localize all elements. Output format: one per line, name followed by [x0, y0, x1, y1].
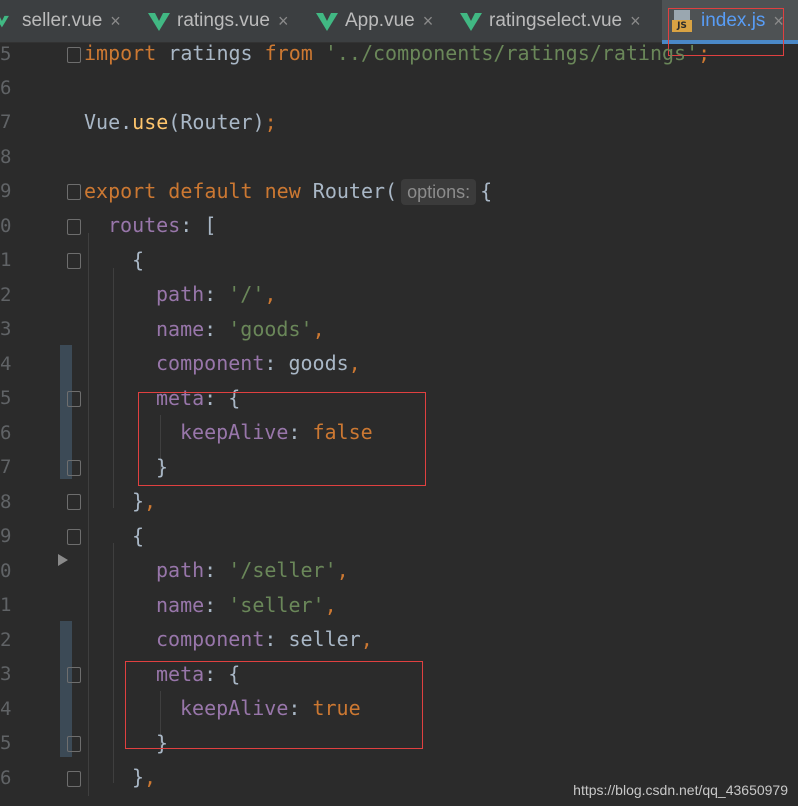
line-number: 8	[0, 491, 12, 513]
fold-icon[interactable]	[67, 460, 81, 476]
tab-label: App.vue	[345, 10, 415, 31]
line-number: 2	[0, 284, 12, 306]
code-line: {	[132, 524, 145, 548]
fold-icon[interactable]	[67, 736, 81, 752]
line-number: 7	[0, 456, 12, 478]
fold-icon[interactable]	[67, 494, 81, 510]
line-number: 5	[0, 732, 12, 754]
fold-icon[interactable]	[67, 47, 81, 63]
code-line: },	[132, 489, 157, 513]
watermark: https://blog.csdn.net/qq_43650979	[573, 782, 788, 798]
indent-guide	[113, 268, 114, 508]
code-line: name: 'goods',	[156, 317, 325, 341]
line-number: 1	[0, 249, 12, 271]
code-line: path: '/',	[156, 282, 277, 306]
vue-icon	[148, 13, 170, 31]
tab-label: seller.vue	[22, 10, 103, 31]
vue-icon	[460, 13, 482, 31]
close-icon[interactable]: ×	[278, 11, 289, 32]
code-line: },	[132, 765, 157, 789]
line-number: 0	[0, 560, 12, 582]
indent-guide	[88, 233, 89, 796]
line-number: 6	[0, 77, 12, 99]
fold-icon[interactable]	[67, 391, 81, 407]
code-line: component: goods,	[156, 351, 361, 375]
bookmark-arrow-icon	[58, 554, 68, 566]
fold-icon[interactable]	[67, 219, 81, 235]
line-number: 4	[0, 698, 12, 720]
line-number: 1	[0, 594, 12, 616]
code-line: component: seller,	[156, 627, 373, 651]
highlight-box-meta-goods	[138, 392, 426, 486]
fold-icon[interactable]	[67, 771, 81, 787]
change-marker	[60, 345, 72, 479]
fold-icon[interactable]	[67, 253, 81, 269]
fold-icon[interactable]	[67, 184, 81, 200]
line-number: 0	[0, 215, 12, 237]
code-line: Vue.use(Router);	[84, 110, 277, 134]
parameter-hint: options:	[401, 179, 477, 205]
close-icon[interactable]: ×	[423, 11, 434, 32]
line-number: 5	[0, 43, 12, 65]
fold-icon[interactable]	[67, 667, 81, 683]
close-icon[interactable]: ×	[110, 11, 121, 32]
line-number: 4	[0, 353, 12, 375]
line-number: 2	[0, 629, 12, 651]
line-number: 9	[0, 180, 12, 202]
code-line: export default new Router(options:{	[84, 179, 493, 205]
tab-label: ratingselect.vue	[489, 10, 623, 31]
code-line: routes: [	[108, 213, 217, 237]
line-number: 3	[0, 318, 12, 340]
line-number: 6	[0, 422, 12, 444]
code-line: {	[132, 248, 145, 272]
line-number: 3	[0, 663, 12, 685]
highlight-box-meta-seller	[125, 661, 423, 749]
code-editor[interactable]: 5 6 7 8 9 0 1 2 3 4 5 6 7 8 9 0 1 2 3 4 …	[0, 41, 798, 806]
code-line: path: '/seller',	[156, 558, 349, 582]
close-icon[interactable]: ×	[630, 11, 641, 32]
vue-icon	[316, 13, 338, 31]
line-number: 8	[0, 146, 12, 168]
tab-label: ratings.vue	[177, 10, 270, 31]
line-number: 5	[0, 387, 12, 409]
code-line: import ratings from '../components/ratin…	[84, 41, 711, 65]
indent-guide	[113, 543, 114, 783]
line-number: 9	[0, 525, 12, 547]
vue-icon	[0, 15, 9, 28]
line-number: 6	[0, 767, 12, 789]
code-line: name: 'seller',	[156, 593, 337, 617]
line-number: 7	[0, 111, 12, 133]
fold-icon[interactable]	[67, 529, 81, 545]
